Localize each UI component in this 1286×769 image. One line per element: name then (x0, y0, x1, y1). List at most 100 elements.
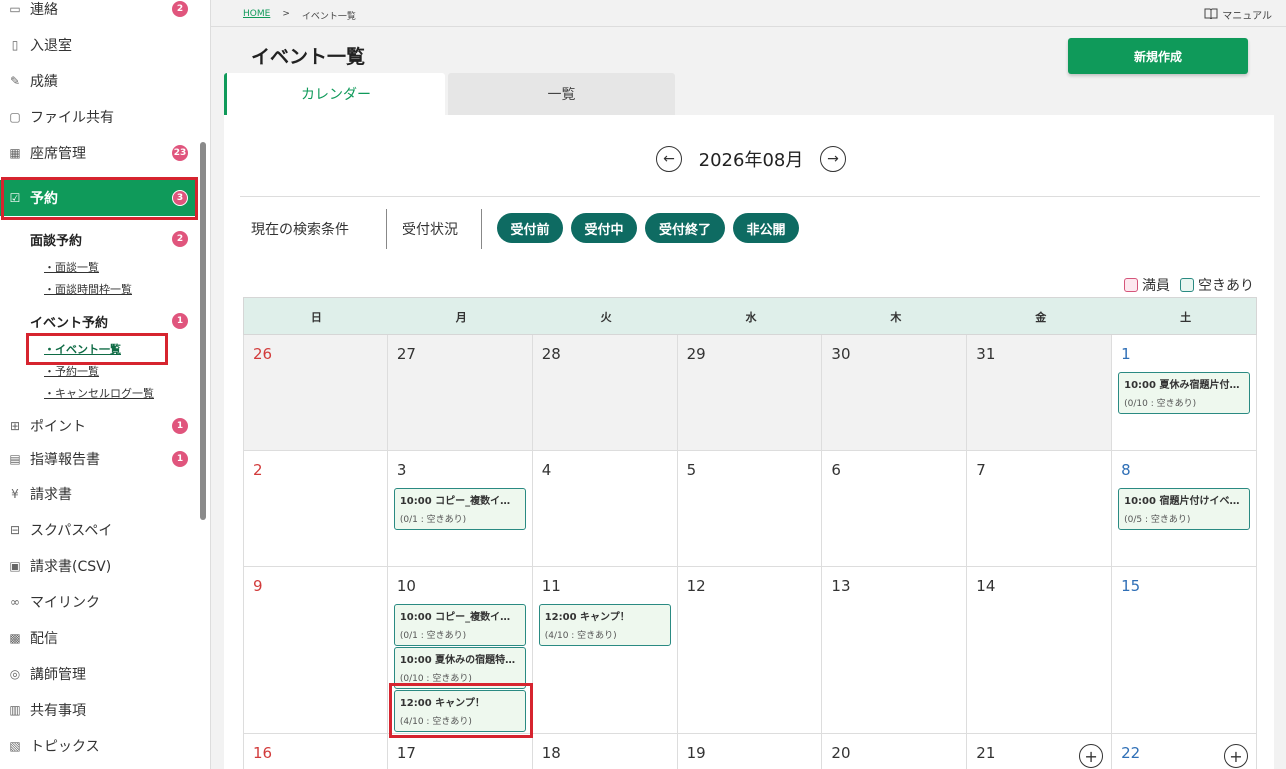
calendar-day-cell[interactable]: 20 (822, 734, 968, 769)
day-number: 10 (396, 577, 416, 595)
add-event-button[interactable]: + (1079, 744, 1104, 768)
calendar-day-cell[interactable]: 4 (532, 451, 678, 567)
month-label: 2026年08月 (698, 150, 804, 171)
calendar-day-cell[interactable]: 15 (1112, 567, 1257, 734)
reception-status-label: 受付状況 (402, 222, 458, 238)
tab-calendar[interactable]: カレンダー (224, 73, 445, 115)
sidebar-item-guidance-report[interactable]: ▤ 指導報告書 1 (0, 441, 198, 477)
breadcrumb-home-link[interactable]: HOME (243, 9, 270, 22)
calendar-day-cell[interactable]: 31 (967, 335, 1113, 451)
calendar-day-cell[interactable]: 28 (532, 335, 678, 451)
calendar-day-cell[interactable]: 3 10:00 コピー_複数イベ… (0/1 : 空きあり) (387, 451, 533, 567)
filter-pill-before-reception[interactable]: 受付前 (497, 213, 563, 243)
sidebar-item-seat-management[interactable]: ▦ 座席管理 23 (0, 135, 198, 171)
sidebar-item-shared-notes[interactable]: ▥ 共有事項 (0, 692, 198, 728)
add-event-button[interactable]: + (1223, 744, 1248, 768)
sidebar-item-invoice[interactable]: ¥ 請求書 (0, 476, 198, 512)
link-interview-timeslots[interactable]: ・面談時間枠一覧 (44, 281, 132, 297)
calendar-day-cell[interactable]: 7 (967, 451, 1113, 567)
legend-swatch-full (1124, 278, 1138, 292)
filter-pill-private[interactable]: 非公開 (733, 213, 799, 243)
link-cancel-log[interactable]: ・キャンセルログ一覧 (44, 385, 154, 401)
calendar-day-cell[interactable]: 16 (243, 734, 388, 769)
calendar-day-cell[interactable]: 2 (243, 451, 388, 567)
day-number: 11 (541, 577, 561, 595)
calendar-day-cell[interactable]: 13 (822, 567, 968, 734)
sidebar-item-invoice-csv[interactable]: ▣ 請求書(CSV) (0, 548, 198, 584)
legend-label-full: 満員 (1142, 278, 1170, 294)
event-capacity-status: (0/10 : 空きあり) (1124, 399, 1197, 409)
day-number: 7 (976, 461, 986, 479)
link-event-list[interactable]: ・イベント一覧 (44, 341, 121, 357)
day-number: 1 (1121, 345, 1131, 363)
sidebar-scrollbar[interactable] (200, 142, 206, 520)
day-number: 5 (686, 461, 697, 479)
calendar-day-cell[interactable]: 26 (243, 335, 388, 451)
event-card[interactable]: 12:00 キャンプ！ (4/10 : 空きあり) (538, 604, 671, 646)
day-number: 6 (831, 461, 841, 479)
sidebar-item-file-share[interactable]: ▢ ファイル共有 (0, 99, 198, 135)
calendar-day-cell[interactable]: 14 (967, 567, 1113, 734)
sidebar-item-reservation[interactable]: ☑ 予約 3 (0, 180, 198, 216)
event-card[interactable]: 10:00 夏休みの宿題特… (0/10 : 空きあり) (393, 647, 526, 689)
event-card[interactable]: 10:00 コピー_複数イベ… (0/1 : 空きあり) (393, 488, 526, 530)
create-new-button[interactable]: 新規作成 (1068, 38, 1248, 74)
day-number: 12 (686, 577, 706, 595)
sidebar-item-grades[interactable]: ✎ 成績 (0, 63, 198, 99)
next-month-button[interactable]: → (820, 146, 846, 172)
sidebar-item-sukupas-pay[interactable]: ⊟ スクパスペイ (0, 512, 198, 548)
tab-list[interactable]: 一覧 (448, 73, 675, 115)
day-number: 9 (253, 577, 263, 595)
calendar-day-cell[interactable]: 8 10:00 宿題片付けイベ… (0/5 : 空きあり) (1112, 451, 1257, 567)
sidebar-item-points[interactable]: ⊞ ポイント 1 (0, 408, 198, 444)
event-card[interactable]: 10:00 コピー_複数イベ… (0/1 : 空きあり) (393, 604, 526, 646)
day-number: 31 (976, 345, 996, 363)
sidebar-item-label: 連絡 (30, 2, 58, 18)
day-number: 30 (831, 345, 851, 363)
legend: 満員 空きあり (1124, 275, 1254, 295)
sidebar-item-attendance[interactable]: ▯ 入退室 (0, 27, 198, 63)
day-number: 21 (976, 744, 996, 762)
event-card[interactable]: 12:00 キャンプ！ (4/10 : 空きあり) (393, 690, 526, 732)
event-card[interactable]: 10:00 宿題片付けイベ… (0/5 : 空きあり) (1118, 488, 1251, 530)
calendar-day-cell[interactable]: 9 (243, 567, 388, 734)
filter-separator (481, 209, 482, 249)
sidebar-subitem-event[interactable]: イベント予約 1 (30, 310, 198, 332)
calendar-day-cell[interactable]: 22 + (1112, 734, 1257, 769)
calendar-day-cell[interactable]: 18 (532, 734, 678, 769)
calendar-day-cell[interactable]: 1 10:00 夏休み宿題片付… (0/10 : 空きあり) (1112, 335, 1257, 451)
event-card[interactable]: 10:00 夏休み宿題片付… (0/10 : 空きあり) (1118, 372, 1251, 414)
sidebar-item-label: 指導報告書 (30, 452, 100, 468)
day-number: 16 (253, 744, 273, 762)
event-capacity-status: (0/1 : 空きあり) (399, 631, 467, 641)
sidebar-item-topics[interactable]: ▧ トピックス (0, 728, 198, 764)
calendar-day-cell[interactable]: 12 (677, 567, 823, 734)
link-reservation-list[interactable]: ・予約一覧 (44, 363, 99, 379)
calendar-day-cell[interactable]: 19 (677, 734, 823, 769)
count-badge: 1 (172, 418, 188, 434)
event-title: 12:00 キャンプ！ (544, 612, 630, 623)
calendar-day-cell[interactable]: 10 10:00 コピー_複数イベ… (0/1 : 空きあり) 10:00 夏休みの宿… (387, 567, 533, 734)
calendar-day-cell[interactable]: 5 (677, 451, 823, 567)
calendar-day-cell[interactable]: 11 12:00 キャンプ！ (4/10 : 空きあり) (532, 567, 678, 734)
calendar-day-cell[interactable]: 27 (387, 335, 533, 451)
calendar-day-cell[interactable]: 29 (677, 335, 823, 451)
sidebar-item-instructor[interactable]: ◎ 講師管理 (0, 656, 198, 692)
day-number: 20 (831, 744, 851, 762)
filter-pill-closed[interactable]: 受付終了 (645, 213, 725, 243)
sidebar-item-label: マイリンク (30, 595, 100, 611)
manual-link[interactable]: マニュアル (1204, 7, 1272, 22)
link-interview-list[interactable]: ・面談一覧 (44, 259, 99, 275)
sidebar-item-contact[interactable]: ▭ 連絡 2 (0, 0, 198, 27)
calendar-day-cell[interactable]: 6 (822, 451, 968, 567)
filter-pill-accepting[interactable]: 受付中 (571, 213, 637, 243)
count-badge: 2 (172, 231, 188, 247)
folder-icon: ▢ (9, 110, 21, 124)
calendar-day-cell[interactable]: 21 + (967, 734, 1113, 769)
sidebar-item-broadcast[interactable]: ▩ 配信 (0, 620, 198, 656)
calendar-day-cell[interactable]: 17 (387, 734, 533, 769)
sidebar-item-my-link[interactable]: ∞ マイリンク (0, 584, 198, 620)
prev-month-button[interactable]: ← (656, 146, 682, 172)
sidebar-subitem-interview[interactable]: 面談予約 2 (30, 228, 198, 250)
calendar-day-cell[interactable]: 30 (822, 335, 968, 451)
